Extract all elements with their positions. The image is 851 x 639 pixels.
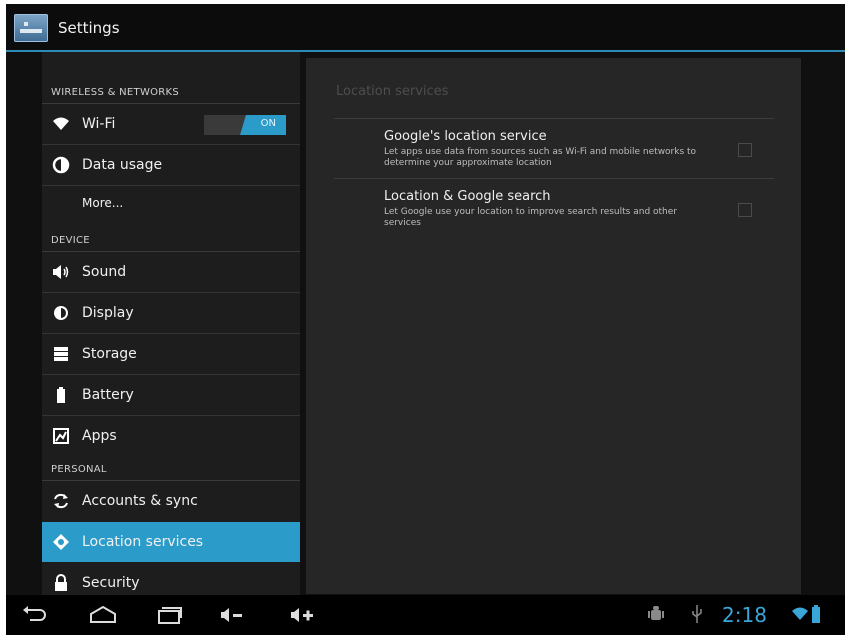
usb-icon	[690, 604, 704, 628]
recent-apps-icon[interactable]	[154, 603, 184, 627]
action-bar: Settings	[6, 4, 845, 52]
sidebar-item-label: Data usage	[82, 157, 163, 173]
wifi-toggle[interactable]: ON	[204, 115, 286, 135]
pref-location-google-search[interactable]: Location & Google search Let Google use …	[334, 178, 774, 238]
status-clock: 2:18	[722, 603, 767, 627]
sidebar-item-display[interactable]: Display	[42, 293, 300, 333]
pane-title: Location services	[336, 84, 449, 99]
section-header-personal: PERSONAL	[51, 464, 107, 475]
pref-title: Google's location service	[384, 129, 547, 144]
section-header-wireless: WIRELESS & NETWORKS	[51, 87, 180, 98]
google-search-checkbox[interactable]	[738, 203, 752, 217]
system-navigation-bar: 2:18	[6, 595, 845, 635]
location-service-checkbox[interactable]	[738, 143, 752, 157]
wifi-signal-icon	[792, 606, 808, 626]
lock-icon	[52, 574, 70, 592]
sidebar-item-apps[interactable]: Apps	[42, 416, 300, 456]
volume-up-icon[interactable]	[288, 603, 318, 627]
sidebar-item-label: Display	[82, 305, 134, 321]
sidebar-item-label: Sound	[82, 264, 127, 280]
sidebar-item-label: Wi-Fi	[82, 116, 116, 132]
battery-status-icon	[811, 605, 821, 627]
section-header-device: DEVICE	[51, 235, 90, 246]
sidebar-item-label: Battery	[82, 387, 134, 403]
battery-icon	[52, 386, 70, 404]
sidebar-item-battery[interactable]: Battery	[42, 375, 300, 415]
sidebar-item-label: Location services	[82, 534, 204, 550]
tablet-screen: Settings WIRELESS & NETWORKS Wi-Fi ON Da…	[6, 4, 845, 635]
sync-icon	[52, 492, 70, 510]
storage-icon	[52, 345, 70, 363]
sidebar-item-label: More...	[82, 196, 124, 210]
app-title: Settings	[58, 19, 120, 37]
sidebar-item-label: Storage	[82, 346, 137, 362]
pref-divider	[334, 178, 774, 179]
brightness-icon	[52, 304, 70, 322]
settings-sidebar: WIRELESS & NETWORKS Wi-Fi ON Data usage …	[42, 52, 300, 600]
pref-title: Location & Google search	[384, 189, 551, 204]
settings-app-icon[interactable]	[14, 14, 48, 42]
sidebar-item-label: Apps	[82, 428, 117, 444]
sidebar-item-location-services[interactable]: Location services	[42, 522, 300, 562]
apps-icon	[52, 427, 70, 445]
pref-google-location-service[interactable]: Google's location service Let apps use d…	[334, 118, 774, 178]
sidebar-item-label: Security	[82, 575, 140, 591]
toggle-state-label: ON	[260, 118, 276, 129]
back-icon[interactable]	[20, 603, 50, 627]
sidebar-item-data-usage[interactable]: Data usage	[42, 145, 300, 185]
pref-summary: Let apps use data from sources such as W…	[384, 147, 697, 168]
debug-android-icon	[648, 604, 664, 628]
pref-divider	[334, 118, 774, 119]
sidebar-item-storage[interactable]: Storage	[42, 334, 300, 374]
sidebar-item-wifi[interactable]: Wi-Fi ON	[42, 104, 300, 144]
home-icon[interactable]	[88, 603, 118, 627]
pref-summary: Let Google use your location to improve …	[384, 207, 677, 228]
location-icon	[52, 533, 70, 551]
sidebar-item-label: Accounts & sync	[82, 493, 198, 509]
data-usage-icon	[52, 156, 70, 174]
location-services-pane: Location services Google's location serv…	[306, 58, 801, 594]
speaker-icon	[52, 263, 70, 281]
sidebar-item-accounts-sync[interactable]: Accounts & sync	[42, 481, 300, 521]
volume-down-icon[interactable]	[218, 603, 248, 627]
wifi-icon	[52, 115, 70, 133]
sidebar-item-more[interactable]: More...	[42, 186, 300, 226]
sidebar-item-sound[interactable]: Sound	[42, 252, 300, 292]
toggle-on-thumb: ON	[240, 115, 286, 135]
